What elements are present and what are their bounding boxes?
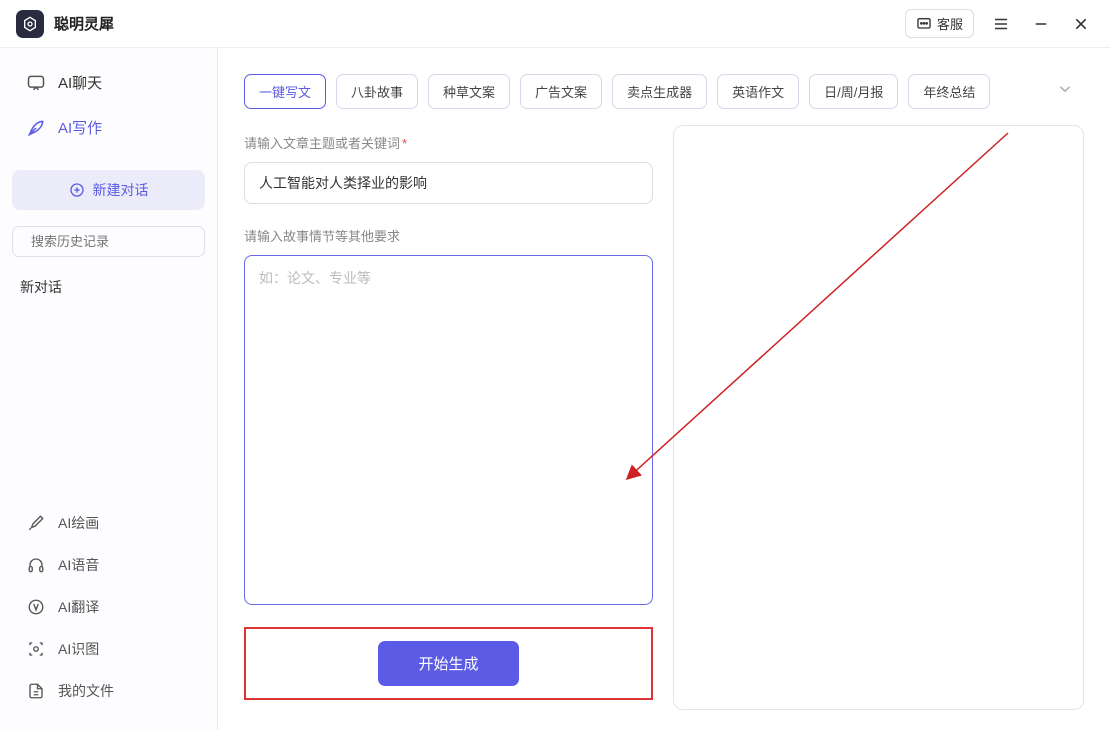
generate-button[interactable]: 开始生成 bbox=[378, 641, 518, 686]
translate-icon bbox=[26, 597, 46, 617]
sidebar-item-files[interactable]: 我的文件 bbox=[12, 672, 205, 710]
generate-highlight-box: 开始生成 bbox=[244, 627, 653, 700]
output-panel bbox=[673, 125, 1084, 710]
new-chat-button[interactable]: 新建对话 bbox=[12, 170, 205, 210]
app-logo bbox=[16, 10, 44, 38]
sidebar-item-label: AI写作 bbox=[58, 117, 102, 138]
sidebar-item-chat[interactable]: AI聊天 bbox=[12, 62, 205, 103]
tab-english-essay[interactable]: 英语作文 bbox=[717, 74, 799, 109]
sidebar-item-image[interactable]: AI识图 bbox=[12, 630, 205, 668]
sidebar-item-label: AI翻译 bbox=[58, 597, 99, 617]
file-icon bbox=[26, 681, 46, 701]
sidebar-item-label: AI聊天 bbox=[58, 72, 102, 93]
support-icon bbox=[916, 16, 932, 32]
main-content: 一键写文 八卦故事 种草文案 广告文案 卖点生成器 英语作文 日/周/月报 年终… bbox=[218, 48, 1110, 730]
chevron-down-icon bbox=[1056, 80, 1074, 98]
menu-button[interactable] bbox=[988, 11, 1014, 37]
support-label: 客服 bbox=[937, 14, 963, 33]
topic-input[interactable] bbox=[244, 162, 653, 204]
sidebar-item-label: AI识图 bbox=[58, 639, 99, 659]
sidebar-item-translate[interactable]: AI翻译 bbox=[12, 588, 205, 626]
sidebar-item-draw[interactable]: AI绘画 bbox=[12, 504, 205, 542]
topic-label: 请输入文章主题或者关键词* bbox=[244, 133, 653, 152]
detail-label: 请输入故事情节等其他要求 bbox=[244, 226, 653, 245]
minimize-button[interactable] bbox=[1028, 11, 1054, 37]
sidebar-item-label: AI绘画 bbox=[58, 513, 99, 533]
sidebar-item-voice[interactable]: AI语音 bbox=[12, 546, 205, 584]
tab-selling-point[interactable]: 卖点生成器 bbox=[612, 74, 707, 109]
tabs-expand-button[interactable] bbox=[1046, 74, 1084, 109]
chat-icon bbox=[26, 73, 46, 93]
search-input[interactable] bbox=[31, 234, 207, 249]
tab-gossip-story[interactable]: 八卦故事 bbox=[336, 74, 418, 109]
new-chat-label: 新建对话 bbox=[93, 180, 149, 200]
quill-icon bbox=[26, 118, 46, 138]
sidebar-item-write[interactable]: AI写作 bbox=[12, 107, 205, 148]
tab-ad-copy[interactable]: 广告文案 bbox=[520, 74, 602, 109]
plus-circle-icon bbox=[69, 182, 85, 198]
tab-seed-copy[interactable]: 种草文案 bbox=[428, 74, 510, 109]
titlebar: 聪明灵犀 客服 bbox=[0, 0, 1110, 48]
tab-year-summary[interactable]: 年终总结 bbox=[908, 74, 990, 109]
image-scan-icon bbox=[26, 639, 46, 659]
tab-oneclick-write[interactable]: 一键写文 bbox=[244, 74, 326, 109]
history-item[interactable]: 新对话 bbox=[0, 267, 217, 307]
sidebar-item-label: 我的文件 bbox=[58, 681, 114, 701]
app-title: 聪明灵犀 bbox=[54, 13, 114, 34]
sidebar: AI聊天 AI写作 新建对话 新对话 bbox=[0, 48, 218, 730]
headphones-icon bbox=[26, 555, 46, 575]
search-box[interactable] bbox=[12, 226, 205, 257]
tabs-row: 一键写文 八卦故事 种草文案 广告文案 卖点生成器 英语作文 日/周/月报 年终… bbox=[218, 48, 1110, 125]
tab-report[interactable]: 日/周/月报 bbox=[809, 74, 898, 109]
support-button[interactable]: 客服 bbox=[905, 9, 974, 38]
form-column: 请输入文章主题或者关键词* 请输入故事情节等其他要求 开始生成 bbox=[244, 125, 653, 710]
detail-textarea[interactable] bbox=[244, 255, 653, 605]
brush-icon bbox=[26, 513, 46, 533]
sidebar-item-label: AI语音 bbox=[58, 555, 99, 575]
close-button[interactable] bbox=[1068, 11, 1094, 37]
